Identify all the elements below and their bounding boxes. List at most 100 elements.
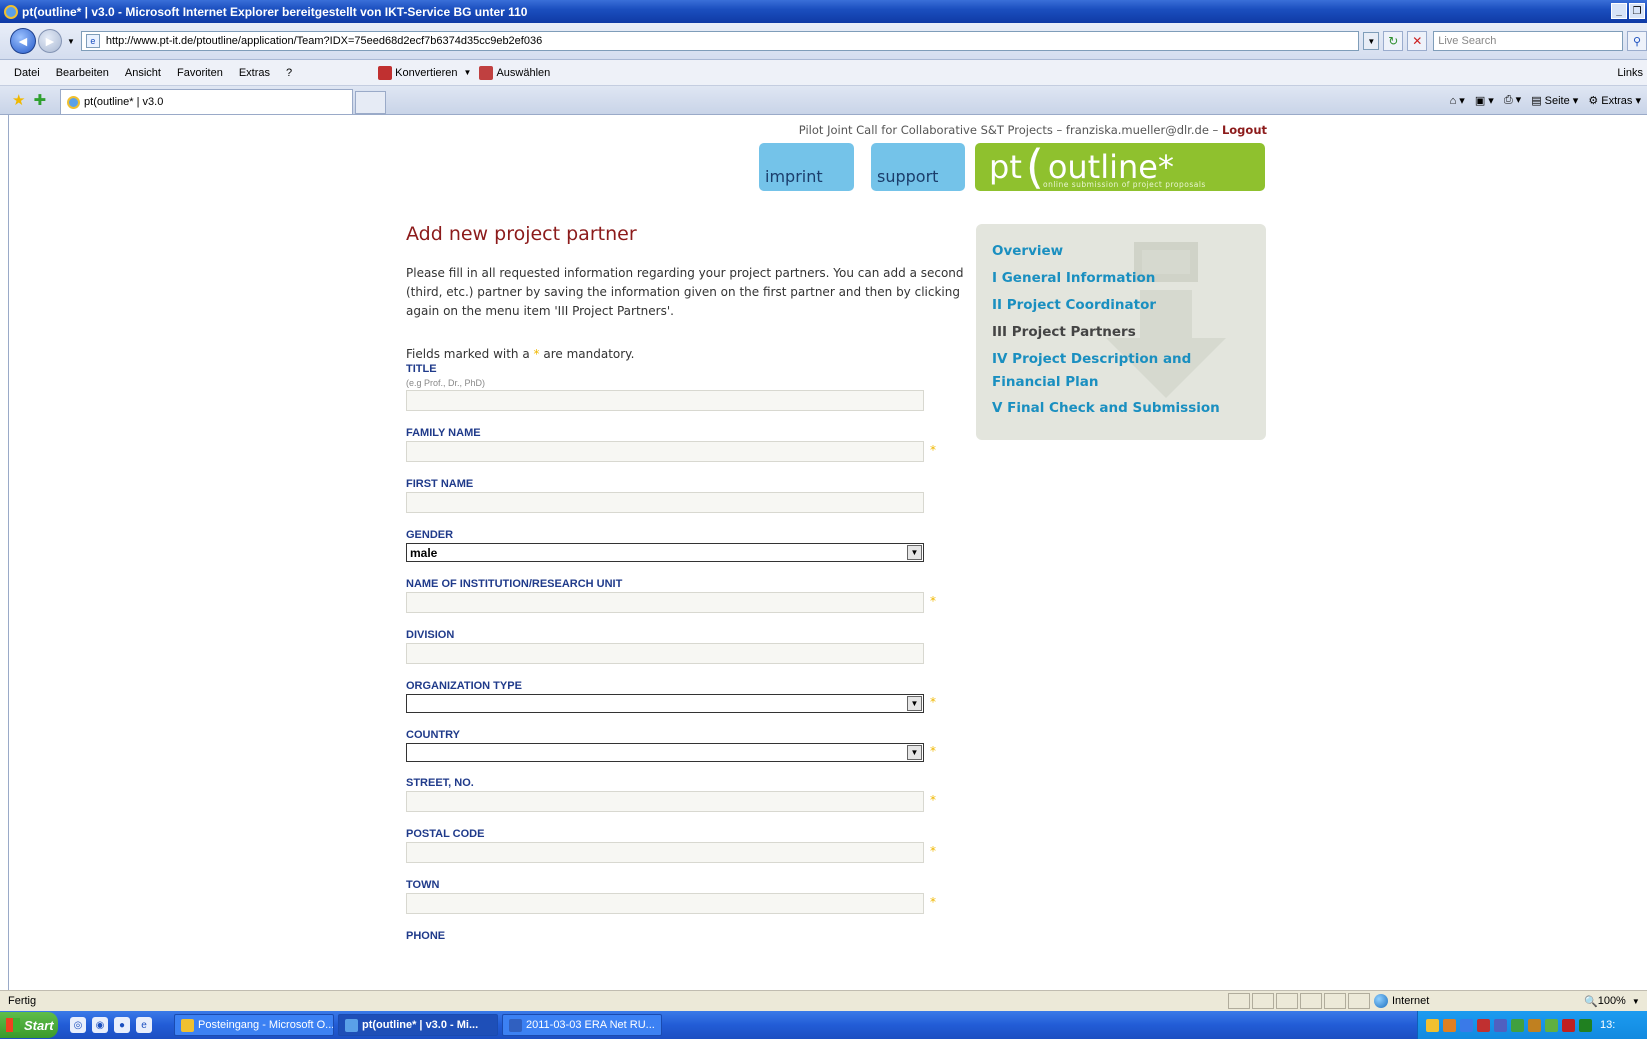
family-name-label: FAMILY NAME xyxy=(406,427,481,439)
security-tray-icon[interactable] xyxy=(1511,1018,1524,1032)
postal-code-input[interactable] xyxy=(406,842,924,863)
volume-tray-icon[interactable] xyxy=(1528,1018,1541,1032)
network-tray-icon[interactable] xyxy=(1460,1018,1473,1032)
support-label: support xyxy=(877,167,939,186)
refresh-button[interactable]: ↻ xyxy=(1383,31,1404,51)
search-icon[interactable]: ⚲ xyxy=(1627,31,1647,51)
menu-help[interactable]: ? xyxy=(286,67,292,79)
sidebar-item-project-description[interactable]: IV Project Description and Financial Pla… xyxy=(992,348,1252,394)
task-outlook[interactable]: Posteingang - Microsoft O... xyxy=(174,1014,334,1036)
tab-ptoutline[interactable]: pt(outline* | v3.0 xyxy=(60,89,354,114)
quicklaunch-app1-icon[interactable]: ◎ xyxy=(70,1017,86,1033)
restore-icon[interactable]: ❐ xyxy=(1629,3,1645,19)
history-dropdown-icon[interactable]: ▼ xyxy=(67,37,75,46)
update-tray-icon[interactable] xyxy=(1579,1018,1592,1032)
new-tab-button[interactable] xyxy=(355,91,387,114)
task-ie[interactable]: pt(outline* | v3.0 - Mi... xyxy=(338,1014,498,1036)
page-title: Add new project partner xyxy=(406,223,637,245)
url-field[interactable]: e http://www.pt-it.de/ptoutline/applicat… xyxy=(80,31,1360,51)
step-navigation: Overview I General Information II Projec… xyxy=(976,224,1266,440)
home-icon[interactable]: ⌂ ▾ xyxy=(1450,94,1465,107)
gender-select[interactable]: male ▼ xyxy=(406,543,924,562)
tools-menu[interactable]: ⚙ Extras ▾ xyxy=(1588,94,1641,107)
minimize-icon[interactable]: _ xyxy=(1611,3,1627,19)
org-type-select[interactable]: ▼ xyxy=(406,694,924,713)
chevron-down-icon[interactable]: ▼ xyxy=(907,545,922,560)
search-input[interactable]: Live Search xyxy=(1433,31,1624,51)
org-type-label: ORGANIZATION TYPE xyxy=(406,680,522,692)
outlook-tray-icon[interactable] xyxy=(1443,1018,1456,1032)
feeds-icon[interactable]: ▣ ▾ xyxy=(1475,94,1494,107)
family-name-input[interactable] xyxy=(406,441,924,462)
auswaehlen-button[interactable]: Auswählen xyxy=(479,65,550,80)
url-dropdown-icon[interactable]: ▼ xyxy=(1363,32,1380,50)
division-input[interactable] xyxy=(406,643,924,664)
town-label: TOWN xyxy=(406,879,440,891)
menu-ansicht[interactable]: Ansicht xyxy=(125,67,161,79)
quicklaunch-ie-icon[interactable]: e xyxy=(136,1017,152,1033)
print-icon[interactable]: ⎙ ▾ xyxy=(1504,93,1521,107)
first-name-input[interactable] xyxy=(406,492,924,513)
ie-logo-icon xyxy=(4,4,18,19)
menu-favoriten[interactable]: Favoriten xyxy=(177,67,223,79)
institution-input[interactable] xyxy=(406,592,924,613)
country-select[interactable]: ▼ xyxy=(406,743,924,762)
title-input[interactable] xyxy=(406,390,924,411)
page-menu[interactable]: ▤ Seite ▾ xyxy=(1531,94,1578,107)
stop-button[interactable]: ✕ xyxy=(1407,31,1428,51)
tab-bar: ★ ✚ pt(outline* | v3.0 ⌂ ▾ ▣ ▾ ⎙ ▾ ▤ Sei… xyxy=(0,86,1647,115)
town-input[interactable] xyxy=(406,893,924,914)
task-word[interactable]: 2011-03-03 ERA Net RU... xyxy=(502,1014,662,1036)
mcafee-tray-icon[interactable] xyxy=(1562,1018,1575,1032)
app-tray-icon[interactable] xyxy=(1545,1018,1558,1032)
pdf-select-icon xyxy=(479,65,494,80)
outlook-icon xyxy=(181,1018,194,1032)
sidebar-item-general-information[interactable]: I General Information xyxy=(992,267,1252,290)
globe-icon xyxy=(1374,994,1388,1008)
windows-flag-icon xyxy=(6,1018,20,1032)
gender-value: male xyxy=(410,545,438,560)
required-star-icon: * xyxy=(930,744,936,758)
konvertieren-button[interactable]: Konvertieren ▼ xyxy=(378,65,471,80)
menu-extras[interactable]: Extras xyxy=(239,67,270,79)
sidebar-item-project-partners[interactable]: III Project Partners xyxy=(992,321,1252,344)
chevron-down-icon[interactable]: ▼ xyxy=(907,696,922,711)
window-titlebar: pt(outline* | v3.0 - Microsoft Internet … xyxy=(0,0,1647,23)
street-input[interactable] xyxy=(406,791,924,812)
network-error-tray-icon[interactable] xyxy=(1477,1018,1490,1032)
sidebar-item-overview[interactable]: Overview xyxy=(992,240,1252,263)
support-tile[interactable]: support xyxy=(871,143,965,191)
logo-subline: online submission of project proposals xyxy=(1043,180,1206,189)
add-favorite-icon[interactable]: ✚ xyxy=(33,91,46,109)
links-bar[interactable]: Links xyxy=(1617,67,1643,79)
menu-bearbeiten[interactable]: Bearbeiten xyxy=(56,67,109,79)
page-menu-label: Seite xyxy=(1544,94,1570,107)
bluetooth-tray-icon[interactable] xyxy=(1494,1018,1507,1032)
call-and-user-text: Pilot Joint Call for Collaborative S&T P… xyxy=(798,123,1219,137)
task-ie-label: pt(outline* | v3.0 - Mi... xyxy=(362,1019,479,1031)
forward-button[interactable]: ► xyxy=(37,29,62,53)
back-button[interactable]: ◄ xyxy=(10,28,36,54)
menu-datei[interactable]: Datei xyxy=(14,67,40,79)
quicklaunch-app3-icon[interactable]: ● xyxy=(114,1017,130,1033)
sidebar-item-final-check[interactable]: V Final Check and Submission xyxy=(992,397,1252,420)
chevron-down-icon[interactable]: ▼ xyxy=(907,745,922,760)
logout-link[interactable]: Logout xyxy=(1222,123,1267,137)
zoom-control[interactable]: 🔍 100% ▼ xyxy=(1584,995,1640,1008)
ptoutline-logo: pt ( outline* online submission of proje… xyxy=(975,143,1265,191)
sidebar-item-project-coordinator[interactable]: II Project Coordinator xyxy=(992,294,1252,317)
quick-launch: ◎ ◉ ● e xyxy=(70,1017,152,1033)
street-label: STREET, NO. xyxy=(406,777,474,789)
required-star-icon: * xyxy=(930,594,936,608)
imprint-tile[interactable]: imprint xyxy=(759,143,854,191)
quicklaunch-outlook-icon[interactable]: ◉ xyxy=(92,1017,108,1033)
mail-tray-icon[interactable] xyxy=(1426,1018,1439,1032)
ie-icon xyxy=(345,1018,358,1032)
division-label: DIVISION xyxy=(406,629,455,641)
start-button[interactable]: Start xyxy=(0,1012,58,1038)
tab-ie-icon xyxy=(67,95,81,109)
status-bar: Fertig Internet 🔍 100% ▼ xyxy=(0,990,1647,1011)
tab-label: pt(outline* | v3.0 xyxy=(84,96,164,108)
favorites-star-icon[interactable]: ★ xyxy=(12,91,25,109)
security-zone[interactable]: Internet xyxy=(1374,994,1429,1008)
